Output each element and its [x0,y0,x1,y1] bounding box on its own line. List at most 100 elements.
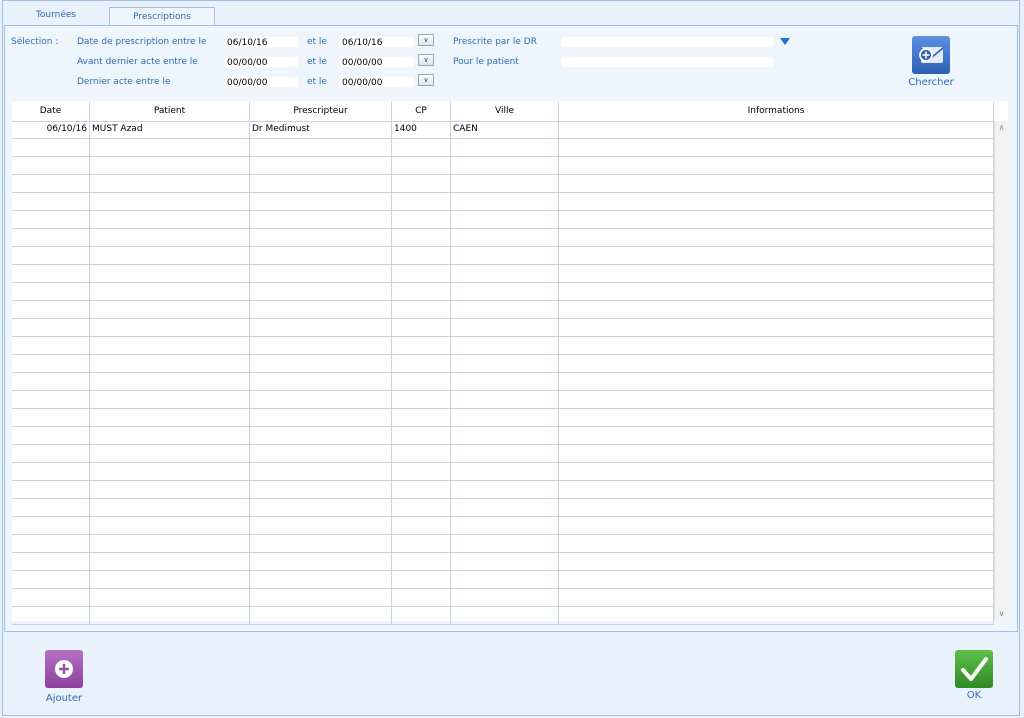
cell-patient[interactable] [90,319,250,336]
cell-cp[interactable] [392,301,451,318]
cell-informations[interactable] [559,283,994,300]
cell-cp[interactable] [392,499,451,516]
search-button[interactable] [912,36,950,74]
cell-informations[interactable] [559,589,994,606]
cell-ville[interactable] [451,463,559,480]
column-header-date[interactable]: Date [12,101,90,121]
cell-date[interactable] [12,535,90,552]
cell-ville[interactable] [451,427,559,444]
cell-date[interactable] [12,463,90,480]
column-header-cp[interactable]: CP [392,101,451,121]
cell-patient[interactable] [90,373,250,390]
cell-prescripteur[interactable] [250,265,392,282]
cell-informations[interactable] [559,373,994,390]
table-row[interactable] [12,445,994,463]
cell-patient[interactable] [90,391,250,408]
cell-date[interactable] [12,337,90,354]
cell-prescripteur[interactable]: Dr Medimust [250,121,392,138]
cell-prescripteur[interactable] [250,427,392,444]
table-row[interactable] [12,499,994,517]
avant-dernier-acte-to-field[interactable]: 00/00/00 [339,56,414,68]
cell-cp[interactable] [392,211,451,228]
cell-prescripteur[interactable] [250,373,392,390]
cell-ville[interactable] [451,193,559,210]
ok-button[interactable] [955,650,993,688]
cell-ville[interactable] [451,319,559,336]
cell-ville[interactable] [451,157,559,174]
cell-cp[interactable] [392,157,451,174]
cell-prescripteur[interactable] [250,229,392,246]
add-button-label[interactable]: Ajouter [35,693,93,704]
cell-patient[interactable] [90,535,250,552]
cell-prescripteur[interactable] [250,283,392,300]
cell-patient[interactable] [90,337,250,354]
cell-patient[interactable] [90,499,250,516]
cell-ville[interactable] [451,355,559,372]
patient-field[interactable] [561,56,774,68]
cell-date[interactable] [12,355,90,372]
cell-prescripteur[interactable] [250,535,392,552]
cell-date[interactable] [12,301,90,318]
cell-cp[interactable] [392,283,451,300]
table-row[interactable] [12,535,994,553]
cell-prescripteur[interactable] [250,445,392,462]
cell-cp[interactable] [392,553,451,570]
cell-patient[interactable] [90,481,250,498]
cell-patient[interactable] [90,571,250,588]
prescription-date-to-field[interactable]: 06/10/16 [339,36,414,48]
cell-patient[interactable] [90,517,250,534]
cell-prescripteur[interactable] [250,571,392,588]
cell-patient[interactable] [90,607,250,624]
cell-cp[interactable] [392,139,451,156]
cell-date[interactable] [12,193,90,210]
cell-date[interactable] [12,391,90,408]
cell-date[interactable] [12,373,90,390]
cell-patient[interactable]: MUST Azad [90,121,250,138]
cell-ville[interactable] [451,283,559,300]
column-header-patient[interactable]: Patient [90,101,250,121]
cell-prescripteur[interactable] [250,157,392,174]
cell-patient[interactable] [90,229,250,246]
cell-informations[interactable] [559,121,994,138]
table-row[interactable] [12,211,994,229]
prescription-date-from-field[interactable]: 06/10/16 [224,36,299,48]
cell-patient[interactable] [90,589,250,606]
cell-cp[interactable] [392,337,451,354]
table-row[interactable] [12,427,994,445]
table-row[interactable] [12,247,994,265]
cell-prescripteur[interactable] [250,319,392,336]
prescripteur-field[interactable] [561,36,774,48]
avant-dernier-acte-dropdown[interactable]: ∨ [418,54,434,66]
cell-date[interactable] [12,139,90,156]
cell-ville[interactable] [451,481,559,498]
cell-patient[interactable] [90,463,250,480]
cell-ville[interactable] [451,175,559,192]
cell-informations[interactable] [559,139,994,156]
column-header-informations[interactable]: Informations [559,101,994,121]
cell-prescripteur[interactable] [250,337,392,354]
cell-prescripteur[interactable] [250,409,392,426]
dernier-acte-to-field[interactable]: 00/00/00 [339,76,414,88]
tab-tournees[interactable]: Tournées [6,6,106,25]
scroll-down-icon[interactable]: ∨ [995,609,1008,619]
cell-prescripteur[interactable] [250,481,392,498]
cell-cp[interactable] [392,445,451,462]
cell-cp[interactable] [392,265,451,282]
cell-ville[interactable] [451,265,559,282]
cell-cp[interactable] [392,193,451,210]
table-row[interactable] [12,589,994,607]
table-row[interactable] [12,175,994,193]
cell-cp[interactable] [392,517,451,534]
cell-cp[interactable] [392,355,451,372]
cell-prescripteur[interactable] [250,589,392,606]
scroll-up-icon[interactable]: ∧ [995,123,1008,133]
cell-informations[interactable] [559,391,994,408]
cell-patient[interactable] [90,157,250,174]
cell-prescripteur[interactable] [250,553,392,570]
cell-date[interactable] [12,481,90,498]
cell-informations[interactable] [559,157,994,174]
table-row[interactable] [12,553,994,571]
vertical-scrollbar[interactable]: ∧ ∨ [994,121,1008,621]
table-row[interactable] [12,607,994,625]
cell-patient[interactable] [90,409,250,426]
